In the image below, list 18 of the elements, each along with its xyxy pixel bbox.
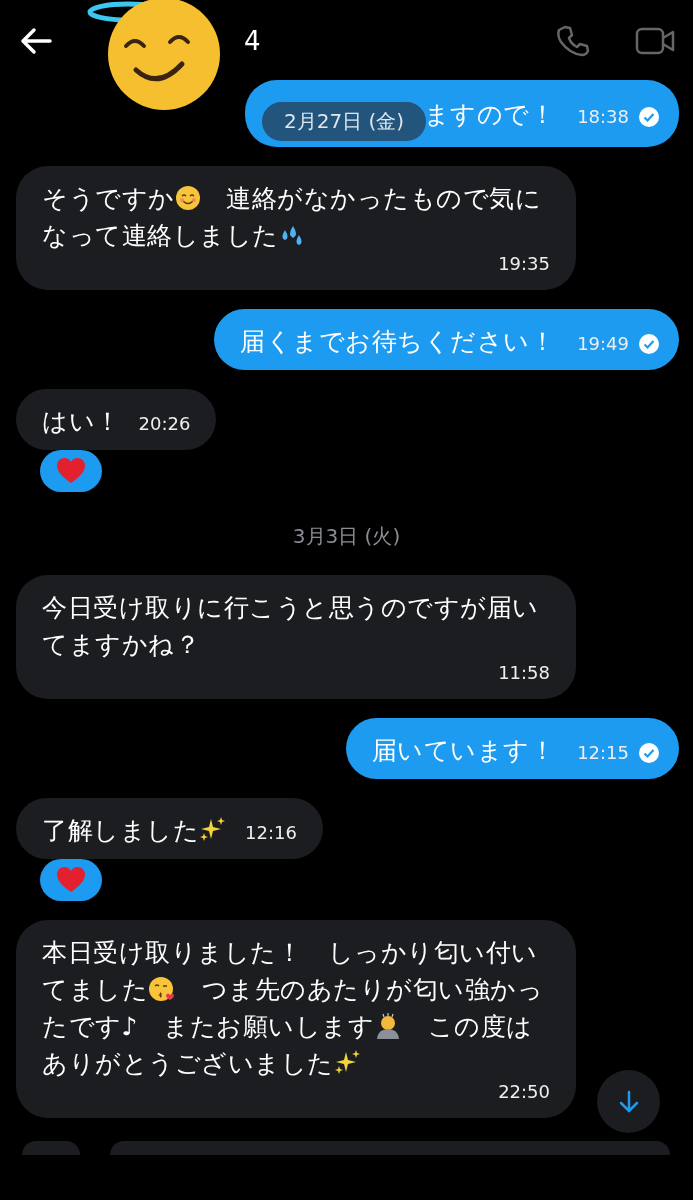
date-separator: 3月3日 (火) xyxy=(292,523,401,550)
message-text: 本日受け取りました！ しっかり匂い付いてました つま先のあたりが匂い強かったです♪ またお願いします この度はありがとうございました xyxy=(42,937,544,1080)
message-text: 届いています！ xyxy=(371,735,556,767)
message-time: 20:26 xyxy=(138,414,191,434)
message-text: 了解しました xyxy=(42,812,227,849)
message-text: 今日受け取りに行こうと思うのですが届いてますかね？ xyxy=(42,592,540,661)
date-badge: 2月27日 (金) xyxy=(262,102,427,141)
message-time: 19:49 xyxy=(577,334,629,354)
message-time: 11:58 xyxy=(498,663,550,683)
message-text: はい！ xyxy=(42,406,121,438)
message-time: 12:16 xyxy=(245,823,297,843)
message-time: 12:15 xyxy=(577,743,629,763)
message-text: 届くまでお待ちください！ xyxy=(240,326,556,358)
contact-name: 4 xyxy=(244,26,261,56)
message-time: 18:38 xyxy=(577,107,629,127)
message-time: 19:35 xyxy=(498,254,550,274)
message-time: 22:50 xyxy=(498,1082,550,1102)
message-text: そうですか 連絡がなかったもので気になって連絡しました xyxy=(42,183,542,252)
